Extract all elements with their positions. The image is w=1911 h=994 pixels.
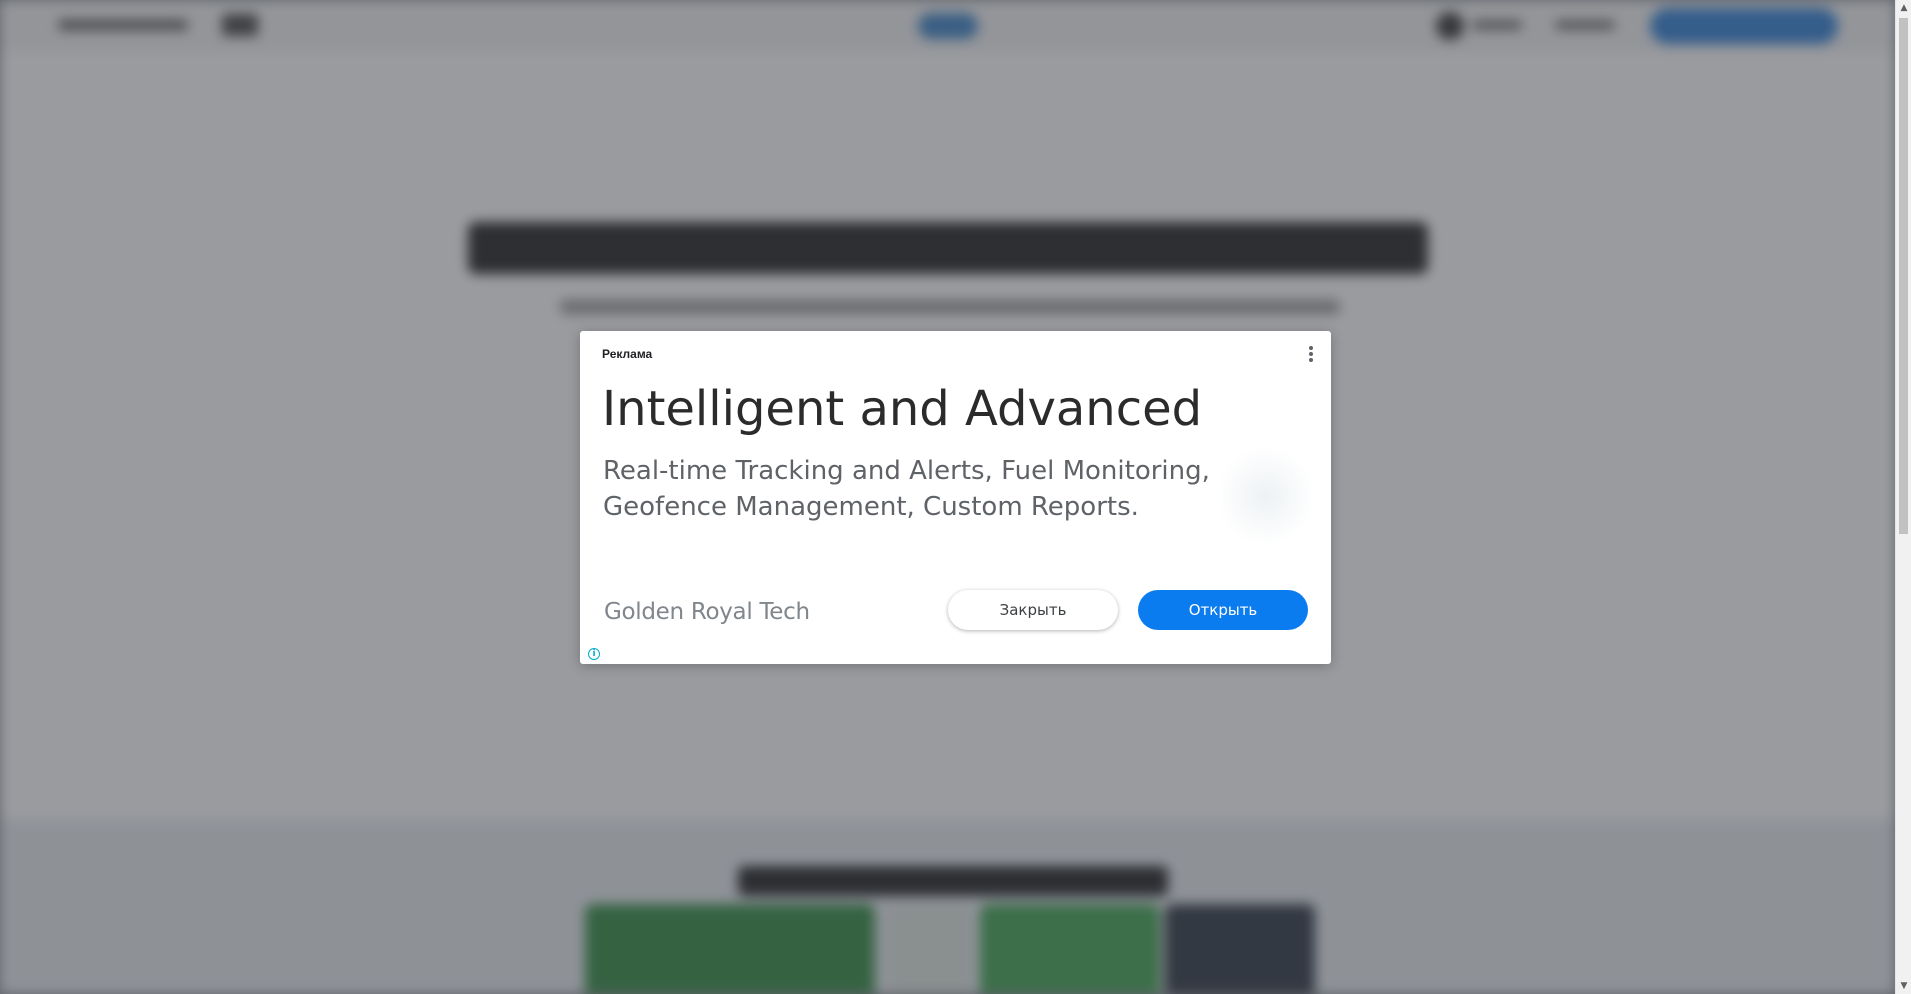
ad-advertiser[interactable]: Golden Royal Tech (604, 599, 810, 625)
open-button[interactable]: Открыть (1138, 590, 1308, 630)
scrollbar-thumb[interactable] (1899, 18, 1908, 534)
scroll-up-icon[interactable]: ▲ (1896, 0, 1911, 16)
more-vert-icon[interactable] (1303, 343, 1319, 365)
scroll-down-icon[interactable]: ▼ (1896, 978, 1911, 994)
close-button[interactable]: Закрыть (948, 590, 1118, 630)
interstitial-ad: Реклама Intelligent and Advanced Real-ti… (580, 331, 1331, 664)
info-icon[interactable]: i (588, 648, 600, 660)
scrollbar[interactable]: ▲ ▼ (1895, 0, 1911, 994)
ad-description[interactable]: Real-time Tracking and Alerts, Fuel Moni… (603, 453, 1243, 525)
ad-label: Реклама (602, 347, 653, 361)
ad-headline[interactable]: Intelligent and Advanced (602, 381, 1202, 437)
